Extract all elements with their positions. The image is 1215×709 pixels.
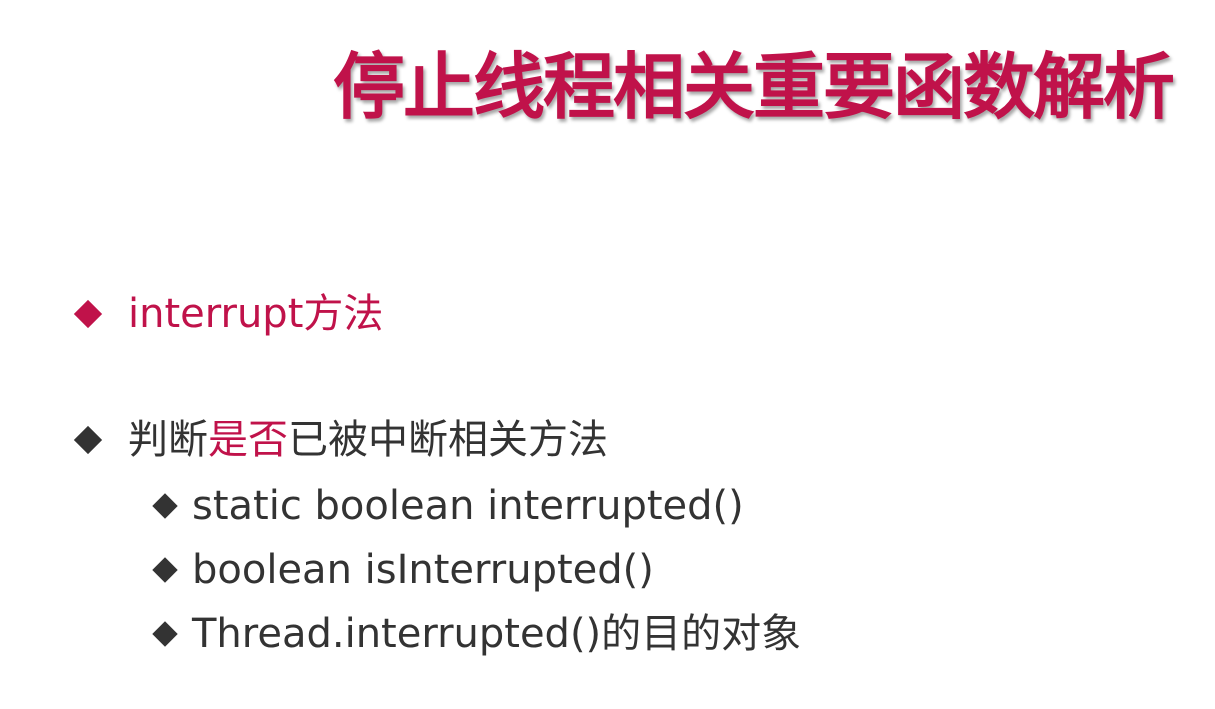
bullet-interrupt-method: interrupt方法	[73, 291, 384, 337]
sub-bullet-is-interrupted: boolean isInterrupted()	[152, 547, 654, 593]
bullet-interrupt-check-methods: 判断是否已被中断相关方法	[73, 418, 608, 462]
bullet-text: interrupt方法	[128, 291, 384, 337]
bullet-text-highlight: 是否	[208, 417, 288, 463]
bullet-text-part: 已被中断相关方法	[288, 417, 608, 463]
diamond-bullet-icon	[152, 557, 178, 583]
sub-bullet-text: Thread.interrupted()的目的对象	[192, 611, 802, 657]
diamond-bullet-icon	[73, 425, 103, 455]
sub-bullet-text: boolean isInterrupted()	[192, 547, 654, 593]
diamond-bullet-icon	[152, 493, 178, 519]
bullet-text-part: 判断	[128, 417, 208, 463]
diamond-bullet-icon	[73, 299, 103, 329]
bullet-text: 判断是否已被中断相关方法	[128, 418, 608, 462]
sub-bullet-target-object: Thread.interrupted()的目的对象	[152, 611, 802, 657]
sub-bullet-text: static boolean interrupted()	[192, 483, 744, 529]
diamond-bullet-icon	[152, 621, 178, 647]
sub-bullet-interrupted: static boolean interrupted()	[152, 483, 744, 529]
slide-title: 停止线程相关重要函数解析	[332, 45, 1175, 129]
